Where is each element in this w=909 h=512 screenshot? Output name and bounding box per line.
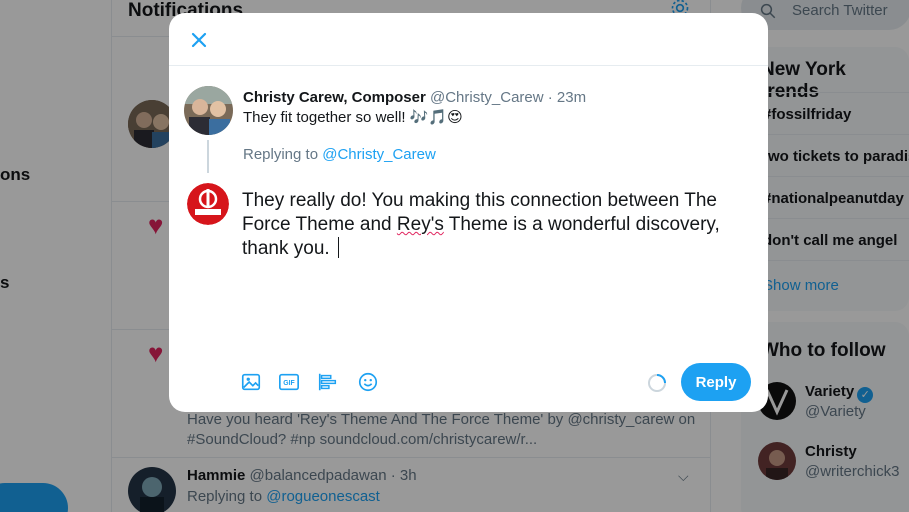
character-count-ring — [648, 374, 666, 392]
original-tweet-time: · 23m — [547, 89, 587, 106]
svg-text:GIF: GIF — [283, 380, 294, 387]
replying-to-link[interactable]: @Christy_Carew — [322, 146, 436, 163]
reply-modal: Christy Carew, Composer @Christy_Carew ·… — [169, 13, 768, 412]
original-author-avatar[interactable] — [184, 86, 233, 135]
thread-line — [207, 140, 209, 173]
original-author[interactable]: Christy Carew, Composer @Christy_Carew ·… — [243, 89, 586, 106]
text-caret — [337, 237, 339, 258]
misspelled-word[interactable]: Rey's — [397, 214, 444, 235]
replying-to-line: Replying to @Christy_Carew — [243, 146, 436, 163]
original-author-name[interactable]: Christy Carew, Composer — [243, 89, 426, 106]
original-tweet-text: They fit together so well! 🎶🎵😍 — [243, 109, 463, 126]
image-icon[interactable] — [240, 371, 262, 393]
poll-icon[interactable] — [317, 371, 339, 393]
close-icon — [191, 32, 207, 48]
original-author-handle: @Christy_Carew — [430, 89, 544, 106]
reply-button[interactable]: Reply — [681, 363, 751, 401]
close-button[interactable] — [184, 25, 214, 55]
user-avatar[interactable] — [187, 183, 229, 225]
rebel-logo-icon — [187, 183, 229, 225]
reply-compose-input[interactable]: They really do! You making this connecti… — [242, 189, 742, 261]
replying-label: Replying to — [243, 146, 319, 163]
modal-header — [169, 13, 768, 66]
gif-icon[interactable]: GIF — [278, 371, 300, 393]
emoji-icon[interactable] — [357, 371, 379, 393]
